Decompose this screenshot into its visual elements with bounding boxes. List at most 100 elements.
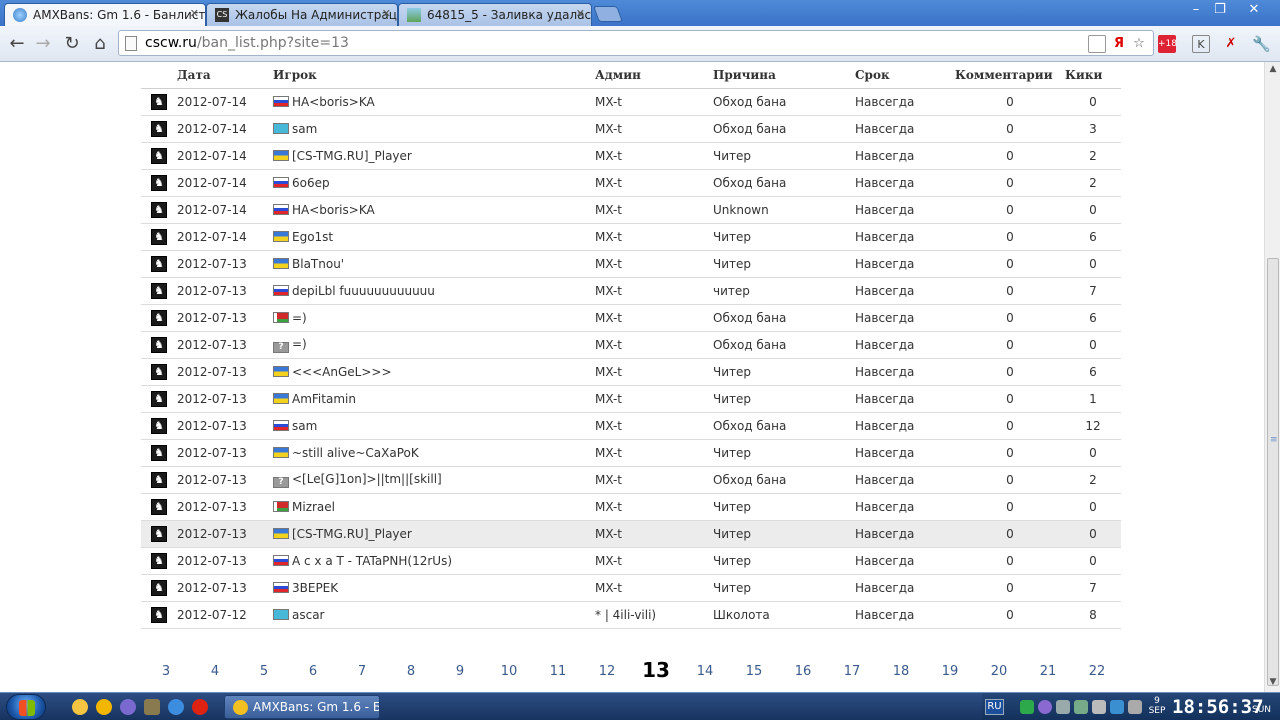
tab-amxbans[interactable]: AMXBans: Gm 1.6 - Банлист ✕: [4, 3, 206, 26]
table-row[interactable]: ♞ 2012-07-13 =) MX-t Обход бана Навсегда 0 6: [141, 304, 1121, 332]
table-row[interactable]: ♞ 2012-07-13? <[Le[G]1on]>||tm||[skill] MX-…: [141, 466, 1121, 494]
extension-k-icon[interactable]: K: [1192, 35, 1210, 53]
tray-shield-icon[interactable]: [1110, 700, 1124, 714]
counter-strike-icon[interactable]: ♞: [151, 606, 167, 623]
table-row[interactable]: ♞ 2012-07-13 Mizrael MX-t Читер Навсегда 0 0: [141, 493, 1121, 521]
scroll-up-arrow-icon[interactable]: ▲: [1268, 64, 1278, 76]
home-icon[interactable]: ⌂: [89, 33, 111, 55]
maximize-icon[interactable]: ❐: [1210, 2, 1230, 18]
quicklaunch-spiral-icon[interactable]: [120, 699, 136, 715]
minimize-icon[interactable]: –: [1186, 2, 1206, 18]
counter-strike-icon[interactable]: ♞: [151, 255, 167, 272]
page-link-12[interactable]: 12: [599, 664, 616, 679]
bookmark-star-icon[interactable]: ☆: [1130, 35, 1148, 53]
counter-strike-icon[interactable]: ♞: [151, 336, 167, 353]
table-row[interactable]: ♞ 2012-07-13 <<<AnGeL>>> MX-t Читер Навсегда 0…: [141, 358, 1121, 386]
table-row[interactable]: ♞ 2012-07-14 [CS-TMG.RU]_Player MX-t Читер На…: [141, 142, 1121, 170]
close-icon[interactable]: ✕: [576, 7, 585, 20]
clock-time[interactable]: 18:56:37: [1172, 696, 1264, 718]
back-arrow-icon[interactable]: ←: [6, 33, 28, 55]
quicklaunch-app-icon[interactable]: [144, 699, 160, 715]
tray-app-icon[interactable]: [1056, 700, 1070, 714]
tray-volume-icon[interactable]: [1092, 700, 1106, 714]
new-tab-button[interactable]: [593, 6, 623, 22]
page-link-11[interactable]: 11: [550, 664, 567, 679]
page-link-20[interactable]: 20: [991, 664, 1008, 679]
tray-check-icon[interactable]: [1020, 700, 1034, 714]
opera-icon[interactable]: [192, 699, 208, 715]
table-row[interactable]: ♞ 2012-07-14 HA<boris>KA MX-t Обход бана Навс…: [141, 88, 1121, 116]
kaspersky-icon[interactable]: ✗: [1222, 35, 1240, 53]
table-row[interactable]: ♞ 2012-07-13? =) MX-t Обход бана Навсегда 0 0: [141, 331, 1121, 359]
quicklaunch-lightning-icon[interactable]: [96, 699, 112, 715]
page-link-18[interactable]: 18: [893, 664, 910, 679]
internet-explorer-icon[interactable]: [168, 699, 184, 715]
page-link-19[interactable]: 19: [942, 664, 959, 679]
page-link-8[interactable]: 8: [407, 664, 415, 679]
counter-strike-icon[interactable]: ♞: [151, 174, 167, 191]
window-close-icon[interactable]: ✕: [1244, 2, 1264, 18]
counter-strike-icon[interactable]: ♞: [151, 309, 167, 326]
table-row[interactable]: ♞ 2012-07-13 A c x a T - TATaPNH(12rUs) MX-…: [141, 547, 1121, 575]
counter-strike-icon[interactable]: ♞: [151, 201, 167, 218]
tray-usb-icon[interactable]: [1128, 700, 1142, 714]
reload-icon[interactable]: ↻: [61, 33, 83, 55]
page-link-17[interactable]: 17: [844, 664, 861, 679]
page-link-6[interactable]: 6: [309, 664, 317, 679]
close-icon[interactable]: ✕: [190, 7, 199, 20]
table-row[interactable]: ♞ 2012-07-13 AmFitamin MX-t Читер Навсегда 0 1: [141, 385, 1121, 413]
table-row[interactable]: ♞ 2012-07-14 sam MX-t Обход бана Навсегда 0 3: [141, 115, 1121, 143]
table-row[interactable]: ♞ 2012-07-13 [CS-TMG.RU]_Player MX-t Читер На…: [141, 520, 1121, 548]
table-row[interactable]: ♞ 2012-07-12 ascar * | 4ili-vili) Школота Нав…: [141, 601, 1121, 629]
counter-strike-icon[interactable]: ♞: [151, 471, 167, 488]
table-row[interactable]: ♞ 2012-07-13 BlaTnou' MX-t Читер Навсегда 0 0: [141, 250, 1121, 278]
counter-strike-icon[interactable]: ♞: [151, 93, 167, 110]
tray-network-icon[interactable]: [1074, 700, 1088, 714]
page-link-15[interactable]: 15: [746, 664, 763, 679]
page-link-5[interactable]: 5: [260, 664, 268, 679]
page-link-22[interactable]: 22: [1089, 664, 1106, 679]
page-link-4[interactable]: 4: [211, 664, 219, 679]
address-bar[interactable]: cscw.ru/ban_list.php?site=13: [118, 30, 1154, 56]
table-row[interactable]: ♞ 2012-07-14 HA<boris>KA MX-t Unknown Навсегд…: [141, 196, 1121, 224]
page-link-10[interactable]: 10: [501, 664, 518, 679]
language-indicator[interactable]: RU: [985, 699, 1004, 715]
counter-strike-icon[interactable]: ♞: [151, 444, 167, 461]
tab-complaints[interactable]: CS Жалобы На Администрацию ✕: [206, 3, 398, 26]
table-row[interactable]: ♞ 2012-07-13 depiLbl fuuuuuuuuuuuu MX-t чите…: [141, 277, 1121, 305]
counter-strike-icon[interactable]: ♞: [151, 228, 167, 245]
extension-18-icon[interactable]: +18: [1158, 35, 1177, 53]
counter-strike-icon[interactable]: ♞: [151, 120, 167, 137]
page-link-3[interactable]: 3: [162, 664, 170, 679]
page-action-icon[interactable]: [1088, 35, 1106, 53]
counter-strike-icon[interactable]: ♞: [151, 525, 167, 542]
forward-arrow-icon[interactable]: →: [32, 33, 54, 55]
counter-strike-icon[interactable]: ♞: [151, 147, 167, 164]
counter-strike-icon[interactable]: ♞: [151, 579, 167, 596]
yandex-icon[interactable]: Я: [1110, 35, 1128, 53]
taskbar-window-amxbans[interactable]: AMXBans: Gm 1.6 - Ба...: [224, 695, 380, 719]
tray-spiral-icon[interactable]: [1038, 700, 1052, 714]
page-link-21[interactable]: 21: [1040, 664, 1057, 679]
table-row[interactable]: ♞ 2012-07-13 sam MX-t Обход бана Навсегда 0 12: [141, 412, 1121, 440]
page-link-14[interactable]: 14: [697, 664, 714, 679]
tab-upload[interactable]: 64815_5 - Заливка удалась ✕: [398, 3, 592, 26]
vertical-scrollbar[interactable]: ▲ ≡ ▼: [1264, 62, 1280, 692]
start-button[interactable]: [6, 694, 46, 720]
table-row[interactable]: ♞ 2012-07-14 Ego1st MX-t Читер Навсегда 0 6: [141, 223, 1121, 251]
page-link-7[interactable]: 7: [358, 664, 366, 679]
counter-strike-icon[interactable]: ♞: [151, 363, 167, 380]
table-row[interactable]: ♞ 2012-07-13 ~still alive~CaXaPoK MX-t Читер…: [141, 439, 1121, 467]
counter-strike-icon[interactable]: ♞: [151, 390, 167, 407]
scrollbar-thumb[interactable]: [1267, 258, 1279, 686]
counter-strike-icon[interactable]: ♞: [151, 417, 167, 434]
table-row[interactable]: ♞ 2012-07-13 3BEPEK MX-t Читер Навсегда 0 7: [141, 574, 1121, 602]
wrench-icon[interactable]: 🔧: [1252, 35, 1271, 53]
page-link-13[interactable]: 13: [642, 658, 670, 682]
page-link-16[interactable]: 16: [795, 664, 812, 679]
close-icon[interactable]: ✕: [382, 7, 391, 20]
page-link-9[interactable]: 9: [456, 664, 464, 679]
counter-strike-icon[interactable]: ♞: [151, 282, 167, 299]
counter-strike-icon[interactable]: ♞: [151, 498, 167, 515]
table-row[interactable]: ♞ 2012-07-14 6o6ep MX-t Обход бана Навсегда 0 2: [141, 169, 1121, 197]
